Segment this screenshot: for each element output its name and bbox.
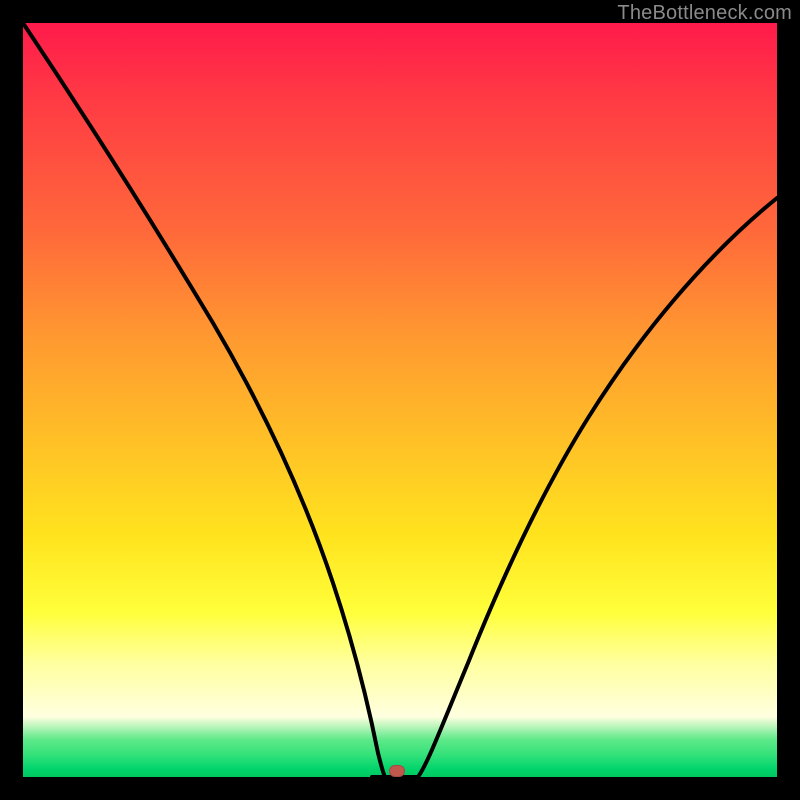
chart-frame: TheBottleneck.com — [0, 0, 800, 800]
bottleneck-curve — [23, 23, 777, 777]
plot-area — [23, 23, 777, 777]
watermark-text: TheBottleneck.com — [617, 2, 792, 25]
optimal-point-marker — [389, 765, 405, 777]
